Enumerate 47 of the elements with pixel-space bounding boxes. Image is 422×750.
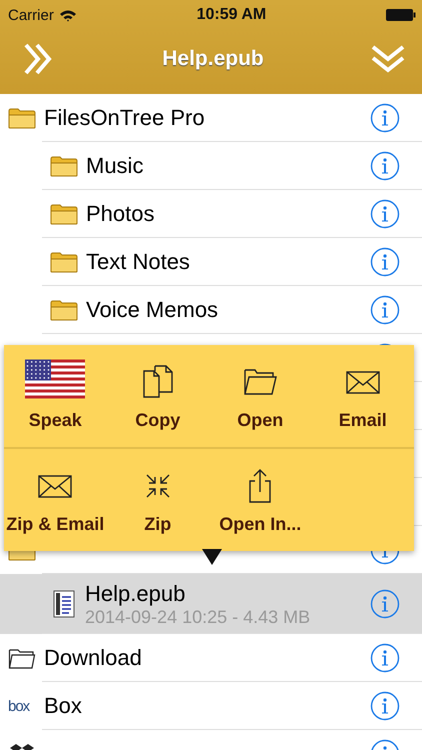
folder-icon bbox=[8, 106, 36, 130]
collapse-button[interactable] bbox=[370, 43, 406, 75]
tree-row[interactable]: Download bbox=[0, 634, 422, 682]
folder-icon bbox=[50, 298, 78, 322]
folder-icon bbox=[50, 250, 78, 274]
item-name: Text Notes bbox=[86, 249, 191, 275]
file-details: 2014-09-24 10:25 - 4.43 MB bbox=[85, 606, 312, 628]
tree-row[interactable]: FilesOnTree Pro bbox=[0, 94, 422, 142]
tree-row[interactable]: Text Notes bbox=[0, 238, 422, 286]
info-icon[interactable] bbox=[370, 295, 400, 325]
folder-icon bbox=[50, 202, 78, 226]
tree-row[interactable]: Music bbox=[0, 142, 422, 190]
item-name: Help.epub bbox=[85, 580, 186, 606]
item-name: Download bbox=[44, 645, 143, 671]
nav-title: Help.epub bbox=[162, 47, 264, 71]
flag-icon bbox=[25, 358, 86, 400]
tree-row[interactable]: Help.epub 2014-09-24 10:25 - 4.43 MB bbox=[0, 574, 422, 634]
item-name: Photos bbox=[86, 201, 156, 227]
info-icon[interactable] bbox=[370, 151, 400, 181]
menu-action[interactable]: Zip bbox=[106, 449, 209, 551]
folder-icon bbox=[50, 154, 78, 178]
item-name: Voice Memos bbox=[86, 297, 220, 323]
info-icon[interactable] bbox=[370, 199, 400, 229]
menu-action[interactable]: Open bbox=[209, 345, 312, 447]
carrier-name: Carrier bbox=[8, 6, 54, 24]
tree-row[interactable]: box Box bbox=[0, 682, 422, 730]
tree-row[interactable]: Photos bbox=[0, 190, 422, 238]
menu-action[interactable]: Email bbox=[312, 345, 414, 447]
menu-action[interactable]: Speak bbox=[4, 345, 106, 447]
info-icon[interactable] bbox=[370, 643, 400, 673]
menu-action[interactable]: Copy bbox=[106, 345, 209, 447]
status-time: 10:59 AM bbox=[196, 6, 266, 24]
item-name: Music bbox=[86, 153, 144, 179]
document-icon bbox=[53, 590, 75, 618]
battery-icon bbox=[386, 9, 416, 21]
box-logo: box bbox=[8, 698, 31, 714]
item-name: Box bbox=[44, 693, 83, 719]
tree-row[interactable]: Voice Memos bbox=[0, 286, 422, 334]
info-icon[interactable] bbox=[370, 247, 400, 277]
item-name: FilesOnTree Pro bbox=[44, 105, 206, 131]
wifi-icon bbox=[58, 8, 77, 22]
info-icon[interactable] bbox=[370, 589, 400, 619]
menu-action[interactable]: Open In... bbox=[209, 449, 312, 551]
info-icon[interactable] bbox=[370, 103, 400, 133]
menu-action[interactable]: Zip & Email bbox=[4, 449, 106, 551]
info-icon[interactable] bbox=[370, 691, 400, 721]
popup-pointer bbox=[202, 549, 222, 565]
